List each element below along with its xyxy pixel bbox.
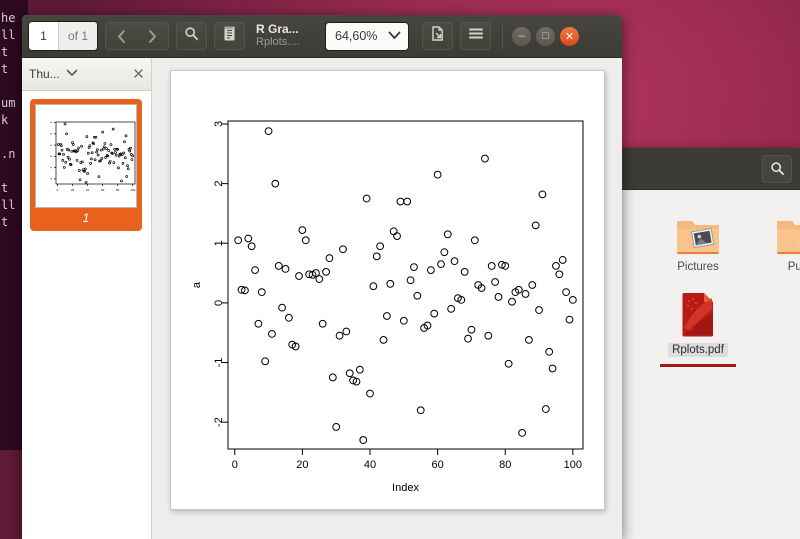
pdf-viewer-body: Thu... 020406080100-2-10123Indexa <box>22 58 622 539</box>
sidebar-header[interactable]: Thu... <box>22 58 151 91</box>
svg-text:0: 0 <box>231 459 237 471</box>
page-number-input[interactable] <box>29 22 59 50</box>
svg-text:80: 80 <box>116 188 120 192</box>
svg-text:1: 1 <box>49 144 53 146</box>
svg-text:a: a <box>191 281 203 288</box>
list-item-label: Pictures <box>677 261 719 273</box>
svg-text:20: 20 <box>296 459 308 471</box>
svg-text:80: 80 <box>499 459 511 471</box>
file-list[interactable]: ic Pictures <box>575 190 800 539</box>
svg-text:-1: -1 <box>49 166 53 169</box>
list-item[interactable]: Pictures <box>656 204 740 273</box>
pdf-file-icon <box>656 286 740 340</box>
close-button[interactable]: ✕ <box>560 26 580 46</box>
thumbnail-item-1[interactable]: 020406080100-2-10123Indexa 1 <box>30 99 142 231</box>
next-page-button[interactable] <box>137 23 168 49</box>
list-item-label: Rplots.pdf <box>668 343 728 357</box>
svg-text:-2: -2 <box>213 417 225 427</box>
svg-text:60: 60 <box>431 459 443 471</box>
search-icon <box>184 26 199 46</box>
svg-text:-1: -1 <box>213 358 225 368</box>
svg-text:60: 60 <box>101 188 105 192</box>
page-fit-button[interactable] <box>422 22 454 50</box>
svg-text:20: 20 <box>71 188 75 192</box>
svg-text:100: 100 <box>130 188 135 192</box>
document-title-block: R Gra... Rplots.... <box>256 23 316 49</box>
search-icon[interactable] <box>762 154 792 183</box>
thumbnail-list[interactable]: 020406080100-2-10123Indexa 1 <box>22 91 151 539</box>
window-controls: – □ ✕ <box>502 23 580 49</box>
svg-text:40: 40 <box>363 459 375 471</box>
svg-text:3: 3 <box>49 121 53 123</box>
page-fit-icon <box>430 25 445 47</box>
scatter-plot: 0 20 40 60 80 100 -2 -1 0 1 2 3 Index a <box>171 71 604 509</box>
thumbnail-preview: 020406080100-2-10123Indexa <box>35 104 137 208</box>
svg-text:2: 2 <box>213 181 225 187</box>
annotations-button[interactable] <box>214 22 246 50</box>
hamburger-menu-icon <box>468 27 484 45</box>
annotations-icon <box>222 25 237 47</box>
pdf-viewer-window[interactable]: of 1 <box>22 15 622 539</box>
document-subtitle: Rplots.... <box>256 36 300 48</box>
menu-button[interactable] <box>460 22 492 50</box>
svg-text:40: 40 <box>86 188 90 192</box>
page-navigation-group[interactable] <box>105 22 170 50</box>
svg-text:2: 2 <box>49 133 53 135</box>
chevron-down-icon <box>388 29 401 43</box>
page-title: R Gra... <box>256 22 299 36</box>
list-item-rplots-pdf[interactable]: Rplots.pdf <box>656 286 740 367</box>
svg-text:-2: -2 <box>49 177 53 180</box>
selection-underline <box>660 364 736 367</box>
file-manager-window[interactable]: ic Pictures <box>575 148 800 539</box>
svg-text:100: 100 <box>563 459 581 471</box>
close-icon[interactable] <box>133 67 144 82</box>
zoom-level-value: 64,60% <box>335 29 378 43</box>
svg-text:0: 0 <box>49 155 53 157</box>
pdf-page: 0 20 40 60 80 100 -2 -1 0 1 2 3 Index a <box>169 70 605 510</box>
pictures-folder-icon <box>656 204 740 258</box>
chevron-down-icon[interactable] <box>66 69 78 79</box>
thumbnail-sidebar[interactable]: Thu... 020406080100-2-10123Indexa <box>22 58 152 539</box>
list-item-label: Pub <box>787 261 800 273</box>
page-total-label: of 1 <box>59 22 98 50</box>
list-item[interactable]: Pub <box>756 204 800 273</box>
page-number-control[interactable]: of 1 <box>28 21 99 51</box>
sidebar-mode-label: Thu... <box>29 67 60 81</box>
maximize-button[interactable]: □ <box>536 26 556 46</box>
previous-page-button[interactable] <box>106 23 137 49</box>
svg-text:1: 1 <box>213 240 225 246</box>
thumbnail-page-number: 1 <box>82 211 90 225</box>
file-manager-header <box>596 148 800 190</box>
minimize-button[interactable]: – <box>512 26 532 46</box>
svg-text:Index: Index <box>392 482 419 494</box>
svg-text:0: 0 <box>57 188 59 192</box>
zoom-level-select[interactable]: 64,60% <box>325 21 410 51</box>
search-button[interactable] <box>176 22 208 50</box>
public-folder-icon <box>756 204 800 258</box>
pdf-viewer-titlebar: of 1 <box>22 15 622 58</box>
document-view[interactable]: 0 20 40 60 80 100 -2 -1 0 1 2 3 Index a <box>152 58 622 539</box>
svg-text:0: 0 <box>213 300 225 306</box>
svg-text:3: 3 <box>213 121 225 127</box>
